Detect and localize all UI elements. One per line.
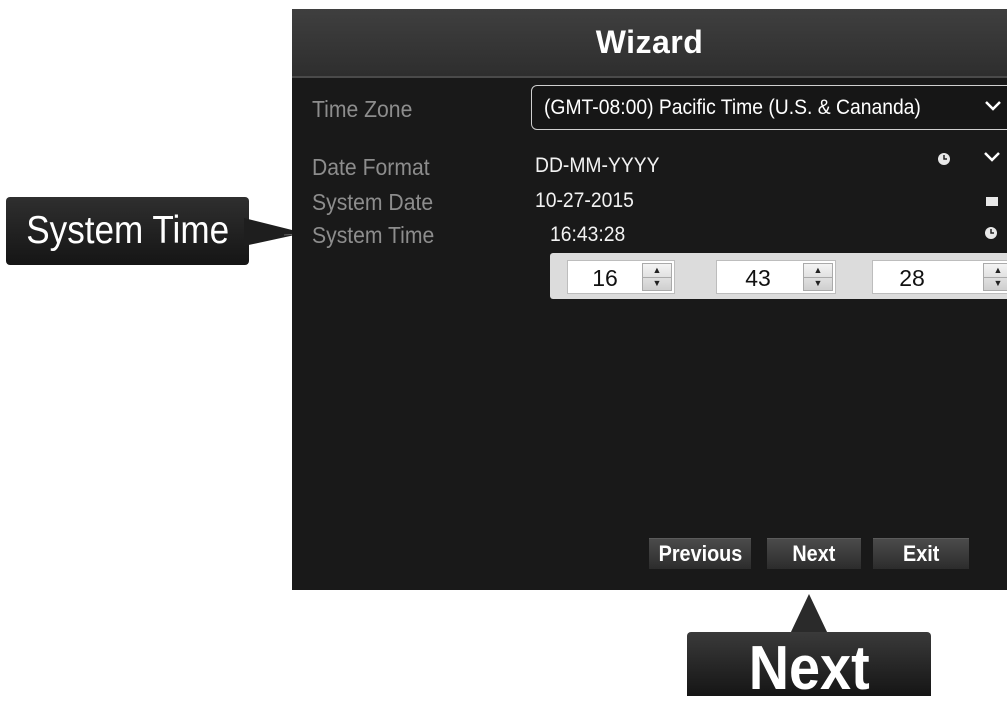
increment-icon[interactable]: ▲ [984, 264, 1007, 278]
decrement-icon[interactable]: ▼ [643, 277, 671, 290]
previous-button[interactable]: Previous [649, 538, 751, 569]
seconds-stepper[interactable]: 28 ▲ ▼ [872, 260, 1007, 294]
wizard-title: Wizard [595, 24, 704, 60]
decrement-icon[interactable]: ▼ [804, 277, 832, 290]
exit-button-label: Exit [902, 541, 940, 566]
system-time-label: System Time [312, 222, 435, 248]
clock-icon[interactable] [984, 226, 998, 240]
time-zone-value: (GMT-08:00) Pacific Time (U.S. & Cananda… [544, 96, 921, 119]
wizard-dialog: Wizard Time Zone (GMT-08:00) Pacific Tim… [292, 9, 1007, 590]
minutes-stepper[interactable]: 43 ▲ ▼ [716, 260, 836, 294]
decrement-icon[interactable]: ▼ [984, 277, 1007, 290]
calendar-icon[interactable] [986, 195, 998, 207]
hours-stepper[interactable]: 16 ▲ ▼ [567, 260, 675, 294]
next-button-label: Next [792, 541, 836, 566]
time-spinner-panel: 16 ▲ ▼ 43 ▲ ▼ 28 ▲ ▼ [550, 253, 1007, 299]
hours-stepper-buttons[interactable]: ▲ ▼ [642, 263, 672, 291]
system-time-callout-label: System Time [26, 209, 229, 252]
chevron-down-icon[interactable] [984, 95, 1002, 118]
system-date-label: System Date [312, 189, 434, 215]
increment-icon[interactable]: ▲ [804, 264, 832, 278]
date-format-value[interactable]: DD-MM-YYYY [535, 154, 660, 178]
next-callout-label: Next [748, 633, 870, 703]
minutes-value[interactable]: 43 [717, 265, 799, 292]
hours-value[interactable]: 16 [568, 265, 642, 292]
system-time-value[interactable]: 16:43:28 [550, 223, 625, 247]
time-zone-select[interactable]: (GMT-08:00) Pacific Time (U.S. & Cananda… [531, 85, 1007, 130]
system-time-callout: System Time [6, 197, 249, 265]
next-callout: Next [687, 632, 931, 703]
minutes-stepper-buttons[interactable]: ▲ ▼ [803, 263, 833, 291]
seconds-stepper-buttons[interactable]: ▲ ▼ [983, 263, 1007, 291]
time-zone-label: Time Zone [312, 96, 413, 122]
seconds-value[interactable]: 28 [873, 265, 951, 292]
clock-icon [937, 152, 951, 166]
exit-button[interactable]: Exit [873, 538, 969, 569]
date-format-label: Date Format [312, 154, 430, 180]
next-button[interactable]: Next [767, 538, 861, 569]
system-date-value[interactable]: 10-27-2015 [535, 189, 634, 213]
increment-icon[interactable]: ▲ [643, 264, 671, 278]
next-callout-pointer [790, 594, 828, 634]
previous-button-label: Previous [658, 541, 742, 566]
chevron-down-icon[interactable] [983, 149, 1001, 163]
wizard-titlebar: Wizard [292, 9, 1007, 78]
